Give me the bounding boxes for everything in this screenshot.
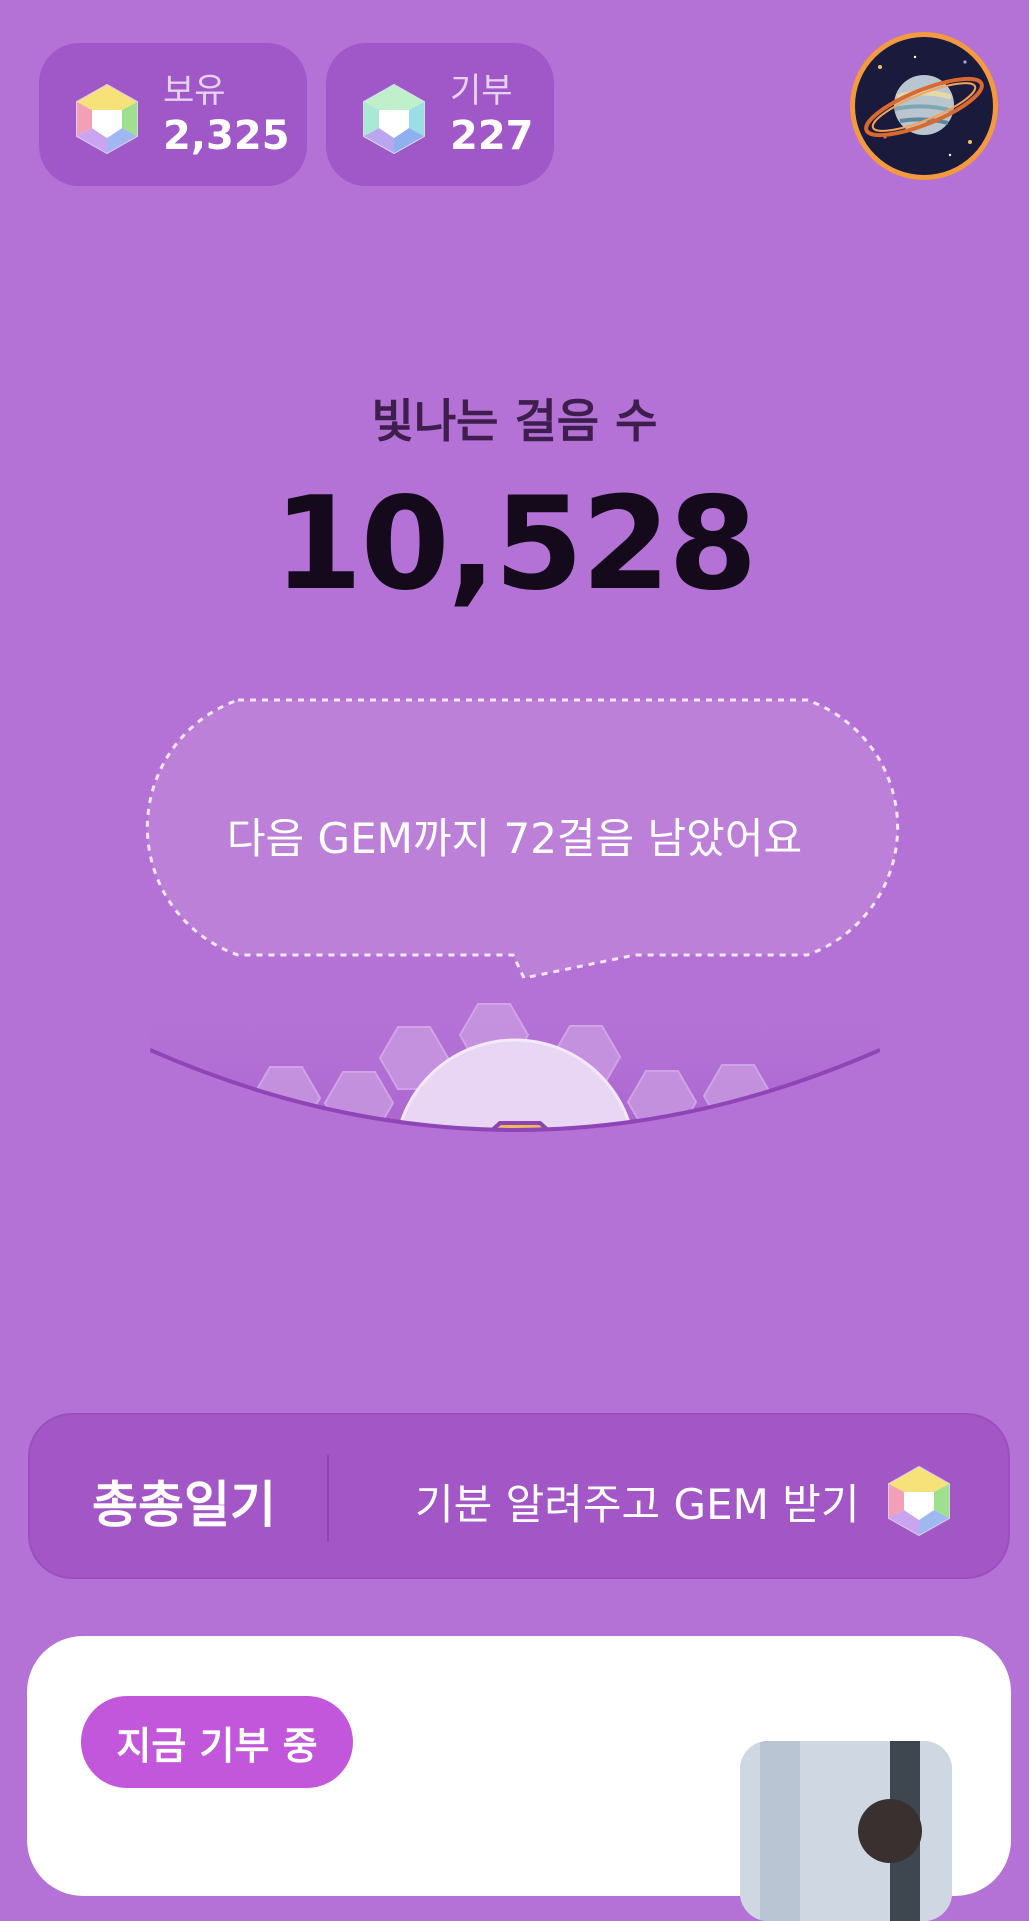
gem-dome-illustration	[150, 990, 880, 1132]
steps-count: 10,528	[273, 470, 758, 619]
steps-label: 빛나는 걸음 수	[371, 394, 658, 448]
donated-value: 227	[450, 113, 534, 159]
gem-icon	[888, 1465, 950, 1537]
gem-icon	[76, 83, 138, 155]
mood-gem-cta[interactable]: 기분 알려주고 GEM 받기	[415, 1471, 860, 1532]
profile-avatar[interactable]	[850, 32, 998, 180]
diary-bar[interactable]: 총총일기 기분 알려주고 GEM 받기	[28, 1413, 1010, 1579]
campaign-photo	[740, 1741, 952, 1921]
owned-label: 보유	[163, 71, 226, 111]
next-gem-message: 다음 GEM까지 72걸음 남았어요	[226, 814, 803, 863]
planet-avatar-icon	[855, 37, 993, 175]
owned-gems-pill[interactable]: 보유 2,325	[39, 43, 307, 186]
donated-gems-pill[interactable]: 기부 227	[326, 43, 554, 186]
divider	[327, 1455, 329, 1541]
gem-icon	[363, 83, 425, 155]
donation-card[interactable]: 지금 기부 중	[27, 1636, 1011, 1921]
donated-label: 기부	[450, 71, 513, 111]
diary-title: 총총일기	[92, 1476, 276, 1534]
donating-now-badge: 지금 기부 중	[81, 1696, 353, 1788]
owned-value: 2,325	[163, 113, 290, 159]
